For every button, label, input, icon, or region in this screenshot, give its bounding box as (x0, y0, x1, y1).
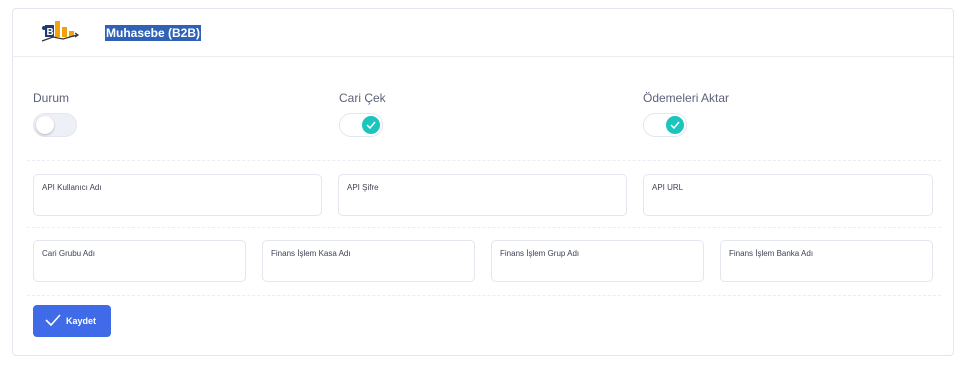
check-icon (670, 121, 680, 129)
field-label: API URL (652, 183, 684, 192)
cari-grubu-field[interactable]: Cari Grubu Adı (33, 240, 246, 282)
check-icon (45, 314, 61, 328)
card-header: B Muhasebe (B2B) (13, 9, 953, 57)
save-button-label: Kaydet (66, 316, 97, 326)
b2b-chart-logo-icon: B (39, 19, 81, 45)
field-label: API Kullanıcı Adı (42, 183, 102, 192)
field-label: Finans İşlem Kasa Adı (271, 249, 351, 258)
page-title: Muhasebe (B2B) (105, 25, 202, 41)
section-divider (27, 160, 941, 161)
toggle-label-odemeleri-aktar: Ödemeleri Aktar (643, 91, 730, 105)
api-username-field[interactable]: API Kullanıcı Adı (33, 174, 322, 216)
finans-banka-field[interactable]: Finans İşlem Banka Adı (720, 240, 933, 282)
api-url-field[interactable]: API URL (643, 174, 933, 216)
toggle-knob (666, 116, 684, 134)
durum-toggle[interactable] (33, 113, 77, 137)
finans-kasa-input[interactable] (271, 261, 466, 277)
toggle-knob (362, 116, 380, 134)
svg-text:B: B (47, 27, 54, 38)
finans-kasa-field[interactable]: Finans İşlem Kasa Adı (262, 240, 475, 282)
finans-grup-input[interactable] (500, 261, 695, 277)
api-password-input[interactable] (347, 195, 618, 211)
toggle-knob (36, 116, 54, 134)
cari-cek-toggle[interactable] (339, 113, 383, 137)
section-divider (27, 227, 941, 228)
toggle-label-durum: Durum (33, 91, 70, 105)
integration-card: B Muhasebe (B2B) Durum Cari Çek Ödemeler… (12, 8, 954, 356)
field-label: Finans İşlem Banka Adı (729, 249, 814, 258)
odemeleri-aktar-toggle[interactable] (643, 113, 687, 137)
save-button[interactable]: Kaydet (33, 305, 111, 337)
api-password-field[interactable]: API Şifre (338, 174, 627, 216)
field-label: Finans İşlem Grup Adı (500, 249, 580, 258)
field-label: API Şifre (347, 183, 379, 192)
finans-grup-field[interactable]: Finans İşlem Grup Adı (491, 240, 704, 282)
cari-grubu-input[interactable] (42, 261, 237, 277)
toggle-label-cari-cek: Cari Çek (339, 91, 386, 105)
api-username-input[interactable] (42, 195, 313, 211)
field-label: Cari Grubu Adı (42, 249, 95, 258)
check-icon (366, 121, 376, 129)
section-divider (27, 295, 941, 296)
finans-banka-input[interactable] (729, 261, 924, 277)
api-url-input[interactable] (652, 195, 924, 211)
